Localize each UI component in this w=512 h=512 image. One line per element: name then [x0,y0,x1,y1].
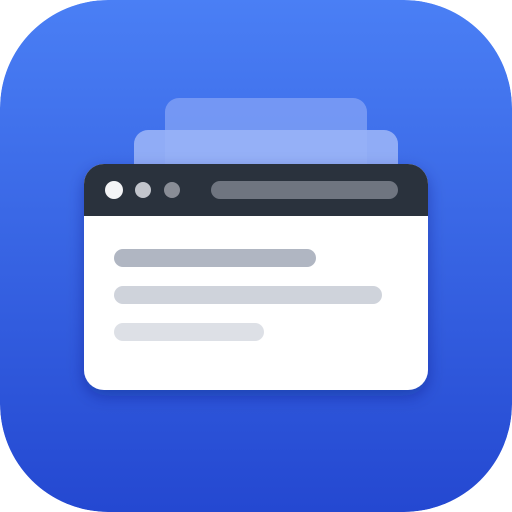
address-bar [211,181,398,199]
window-dot-3 [164,182,180,198]
app-tile [0,0,512,512]
window-dot-1 [105,181,123,199]
browser-window-tabs-icon [0,0,512,512]
app-icon [0,0,512,512]
window-dot-2 [135,182,151,198]
text-line-1 [114,249,316,267]
text-line-3 [114,323,264,341]
text-line-2 [114,286,382,304]
